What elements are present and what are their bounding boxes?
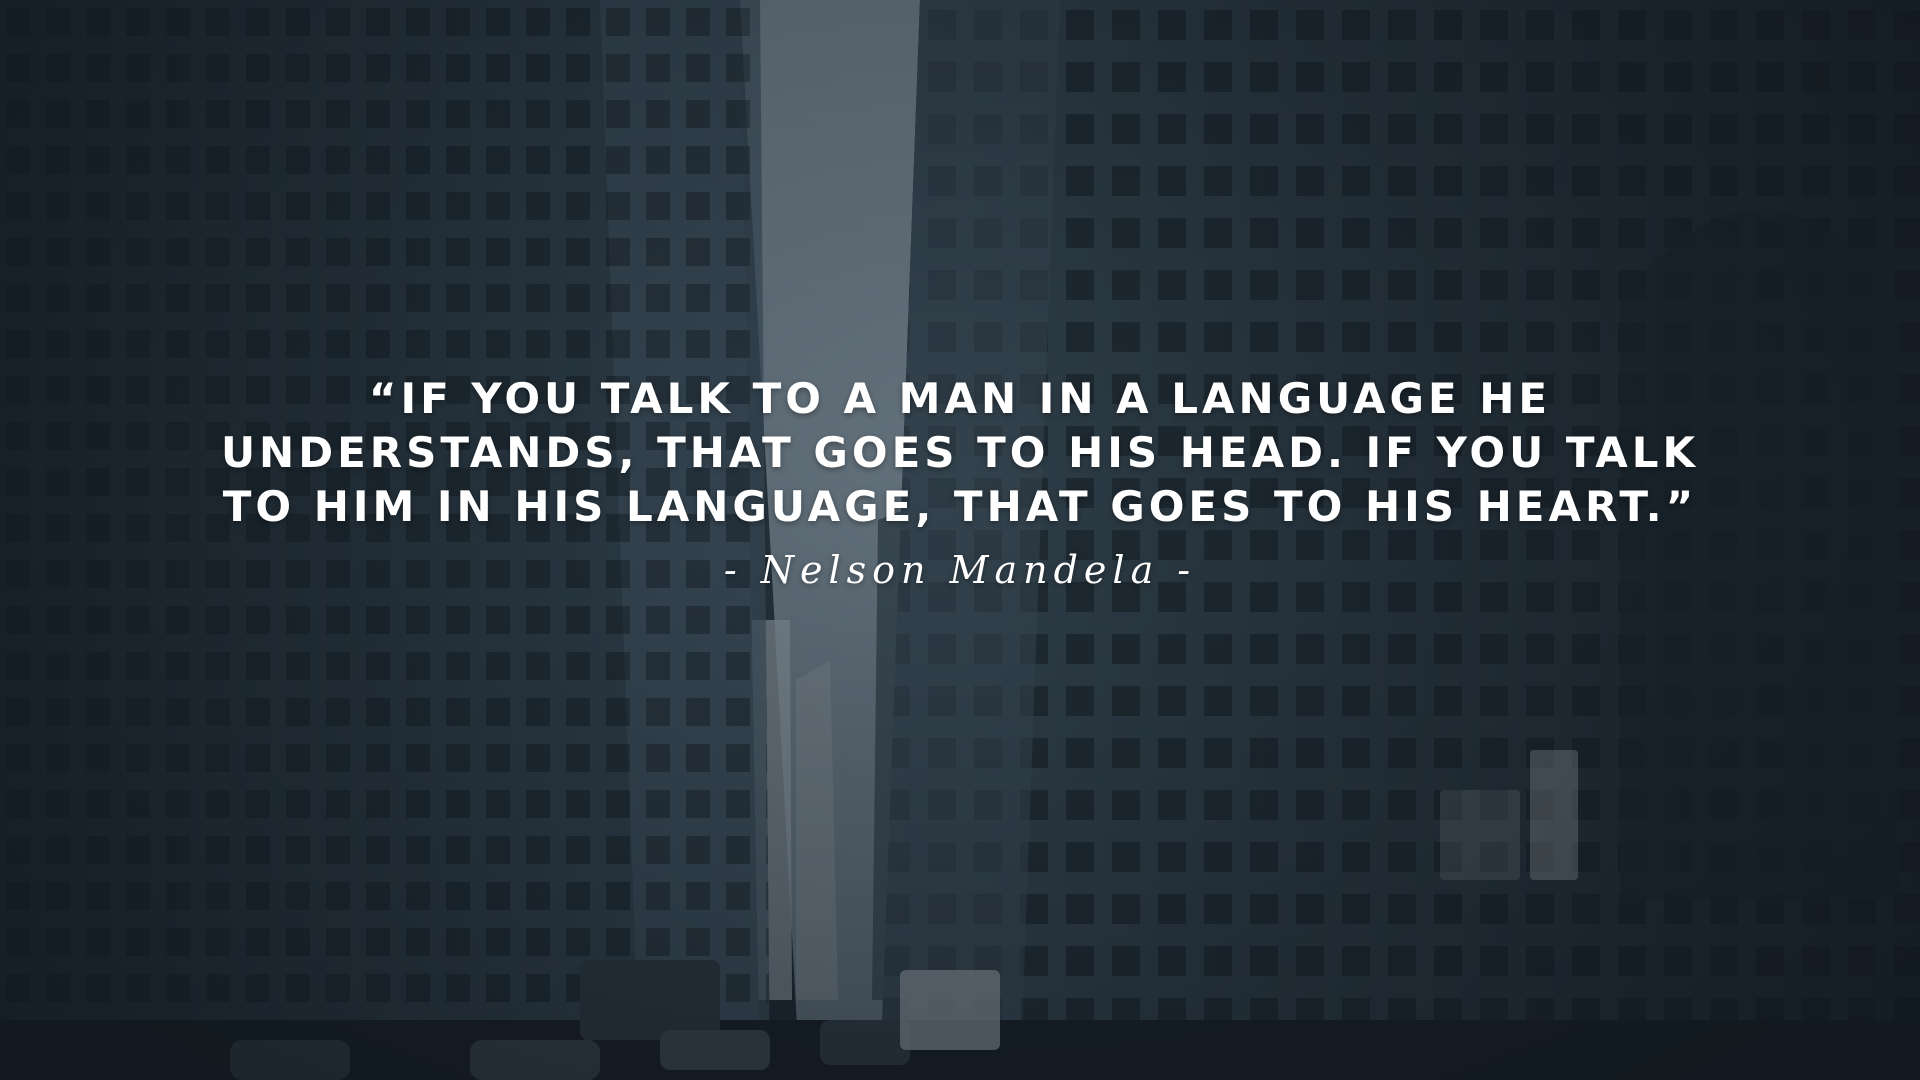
quote-block: “If you talk to a man in a language he u…: [160, 372, 1760, 592]
quote-card: “If you talk to a man in a language he u…: [0, 0, 1920, 1080]
quote-text: “If you talk to a man in a language he u…: [220, 374, 1700, 531]
quote-author: - Nelson Mandela -: [723, 548, 1197, 592]
